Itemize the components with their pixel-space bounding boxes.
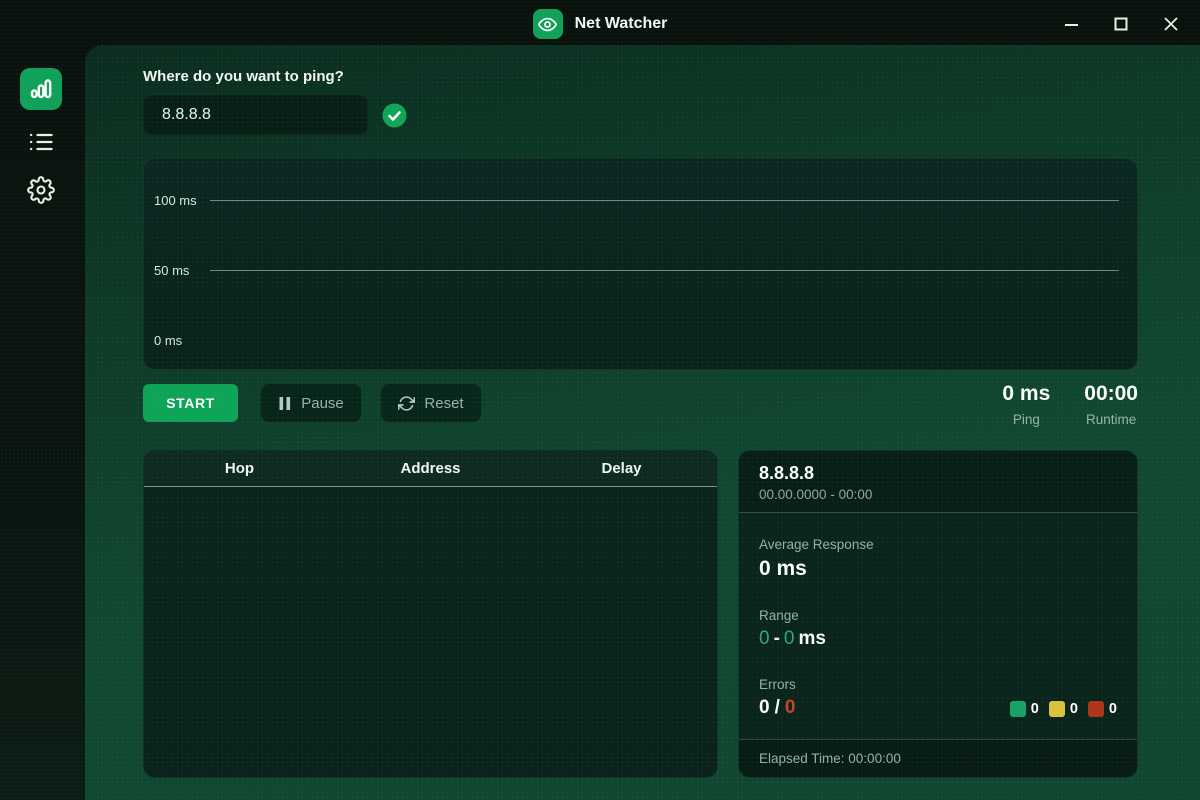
range-value: 0-0 ms [759, 628, 1117, 650]
sidebar-item-results[interactable] [23, 124, 59, 160]
warning-count: 0 [1069, 701, 1078, 717]
sidebar-item-settings[interactable] [23, 172, 59, 208]
titlebar: Net Watcher [0, 0, 1200, 48]
app-title: Net Watcher [574, 15, 668, 32]
minimize-button[interactable] [1058, 11, 1084, 37]
hop-table: Hop Address Delay [143, 450, 718, 778]
session-details-panel: 8.8.8.8 00.00.0000 - 00:00 Average Respo… [738, 450, 1138, 778]
success-count: 0 [1030, 701, 1039, 717]
success-swatch-icon [1009, 701, 1026, 717]
ping-stat: 0 ms Ping [1002, 382, 1050, 427]
elapsed-time: Elapsed Time: 00:00:00 [739, 739, 1137, 777]
column-header-address: Address [400, 460, 461, 477]
legend-item-success: 0 [1009, 701, 1039, 717]
reset-icon [398, 395, 416, 412]
check-circle-icon [382, 103, 407, 128]
gridline [210, 199, 1119, 201]
list-icon [27, 128, 55, 156]
pause-icon [278, 396, 292, 411]
errors-value: 0/0 [759, 697, 796, 719]
gridline-0ms: 0 ms [154, 332, 1119, 348]
reset-button[interactable]: Reset [381, 384, 481, 422]
runtime-stat-label: Runtime [1086, 412, 1137, 427]
close-icon [1163, 16, 1179, 32]
reset-label: Reset [424, 394, 464, 412]
range-label: Range [759, 608, 799, 623]
bar-chart-icon [29, 77, 53, 101]
pause-button[interactable]: Pause [261, 384, 361, 422]
maximize-button[interactable] [1108, 11, 1134, 37]
legend-item-error: 0 [1087, 701, 1117, 717]
main-content: Where do you want to ping? 100 ms 50 ms … [85, 45, 1200, 800]
maximize-icon [1114, 17, 1128, 31]
y-tick-100: 100 ms [154, 192, 197, 208]
errors-label: Errors [759, 677, 796, 692]
session-datetime: 00.00.0000 - 00:00 [759, 487, 873, 502]
error-count: 0 [1108, 701, 1117, 717]
y-tick-50: 50 ms [154, 262, 190, 278]
y-tick-0: 0 ms [154, 332, 183, 348]
session-body: Average Response 0 ms Range 0-0 ms Errors… [739, 513, 1137, 739]
warning-swatch-icon [1048, 701, 1065, 717]
ping-target-input[interactable] [143, 95, 368, 135]
average-response-value: 0 ms [759, 557, 807, 580]
column-header-hop: Hop [224, 460, 255, 477]
pause-label: Pause [301, 394, 344, 412]
error-swatch-icon [1087, 701, 1104, 717]
ping-value: 0 ms [1002, 382, 1051, 405]
errors-block: Errors 0/0 [759, 677, 796, 719]
controls-row: START Pause Reset [143, 384, 481, 422]
range-unit: ms [798, 628, 826, 649]
gridline-100ms: 100 ms [154, 192, 1119, 208]
hop-table-header: Hop Address Delay [144, 451, 717, 487]
range-max: 0 [783, 628, 795, 649]
errors-separator: / [774, 697, 780, 718]
ping-chart: 100 ms 50 ms 0 ms [143, 158, 1138, 370]
errors-section: Errors 0/0 0 0 0 [759, 677, 1117, 719]
app-logo [532, 9, 563, 39]
runtime-stat: 00:00 Runtime [1084, 382, 1138, 427]
valid-target-indicator [382, 103, 407, 128]
session-target: 8.8.8.8 [759, 463, 815, 483]
legend-item-warning: 0 [1048, 701, 1078, 717]
range-min: 0 [759, 628, 770, 649]
errors-current: 0 [759, 697, 770, 718]
column-header-delay: Delay [601, 460, 642, 477]
start-button[interactable]: START [143, 384, 238, 422]
sidebar-item-monitor[interactable] [20, 68, 62, 110]
status-legend: 0 0 0 [1009, 701, 1117, 719]
range-section: Range 0-0 ms [759, 608, 1117, 650]
ping-question-label: Where do you want to ping? [143, 68, 344, 85]
window-controls [1058, 0, 1184, 48]
sidebar [0, 48, 85, 800]
gridline [210, 269, 1119, 271]
minimize-icon [1064, 17, 1079, 32]
errors-total: 0 [784, 697, 796, 718]
average-response-section: Average Response 0 ms [759, 537, 1117, 581]
range-separator: - [773, 628, 780, 649]
gear-icon [27, 176, 55, 204]
average-response-label: Average Response [759, 537, 874, 552]
ping-stat-label: Ping [1012, 412, 1040, 427]
gridline-50ms: 50 ms [154, 262, 1119, 278]
close-button[interactable] [1158, 11, 1184, 37]
live-stats: 0 ms Ping 00:00 Runtime [1002, 382, 1138, 427]
runtime-value: 00:00 [1084, 382, 1138, 405]
eye-icon [538, 15, 558, 34]
session-header: 8.8.8.8 00.00.0000 - 00:00 [739, 451, 1137, 513]
